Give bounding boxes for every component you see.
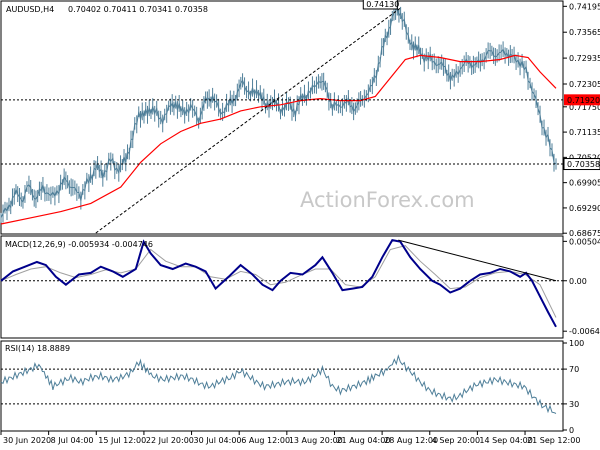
x-tick-label: 6 Aug 12:00: [241, 436, 290, 445]
price-tick-label: 0.69905: [569, 179, 600, 188]
price-tick-label: 0.72305: [569, 80, 600, 89]
watermark: ActionForex.com: [300, 188, 475, 212]
macd-label: MACD(12,26,9) -0.005934 -0.004746: [5, 240, 153, 249]
x-tick-label: 28 Aug 12:00: [384, 436, 438, 445]
forex-chart: ActionForex.com 0.74130 0.74195 0.73565 0.7…: [0, 0, 600, 450]
x-tick-label: 4 Sep 20:00: [432, 436, 480, 445]
x-tick-label: 30 Jun 2020: [3, 436, 51, 445]
macd-tick-label: 0.00: [569, 277, 587, 286]
ohlc-values: 0.70402 0.70411 0.70341 0.70358: [68, 5, 208, 14]
price-marker-label: 0.70358: [567, 160, 600, 169]
rsi-tick-label: 70: [569, 365, 579, 374]
rsi-tick-label: 30: [569, 400, 579, 409]
price-tick-label: 0.69290: [569, 204, 600, 213]
x-tick-label: 8 Jul 04:00: [51, 436, 94, 445]
price-marker-label: 0.71920: [567, 96, 600, 105]
macd-tick-label: 0.005044: [569, 237, 600, 246]
x-tick-label: 14 Sep 04:00: [479, 436, 532, 445]
x-tick-label: 22 Jul 20:00: [146, 436, 194, 445]
x-tick-label: 21 Sep 12:00: [527, 436, 580, 445]
x-tick-label: 15 Jul 12:00: [98, 436, 146, 445]
price-tick-label: 0.74195: [569, 2, 600, 11]
x-tick-label: 13 Aug 20:00: [289, 436, 343, 445]
symbol-label: AUDUSD,H4: [6, 5, 54, 14]
rsi-tick-label: 100: [569, 339, 584, 348]
rsi-label: RSI(14) 18.8889: [5, 344, 70, 353]
macd-tick-label: -0.006457: [569, 327, 600, 336]
high-label: 0.74130: [366, 0, 399, 9]
price-tick-label: 0.72935: [569, 54, 600, 63]
price-tick-label: 0.71135: [569, 128, 600, 137]
x-tick-label: 21 Aug 04:00: [336, 436, 390, 445]
rsi-tick-label: 0: [569, 426, 574, 435]
x-tick-label: 30 Jul 04:00: [194, 436, 242, 445]
price-tick-label: 0.73565: [569, 28, 600, 37]
